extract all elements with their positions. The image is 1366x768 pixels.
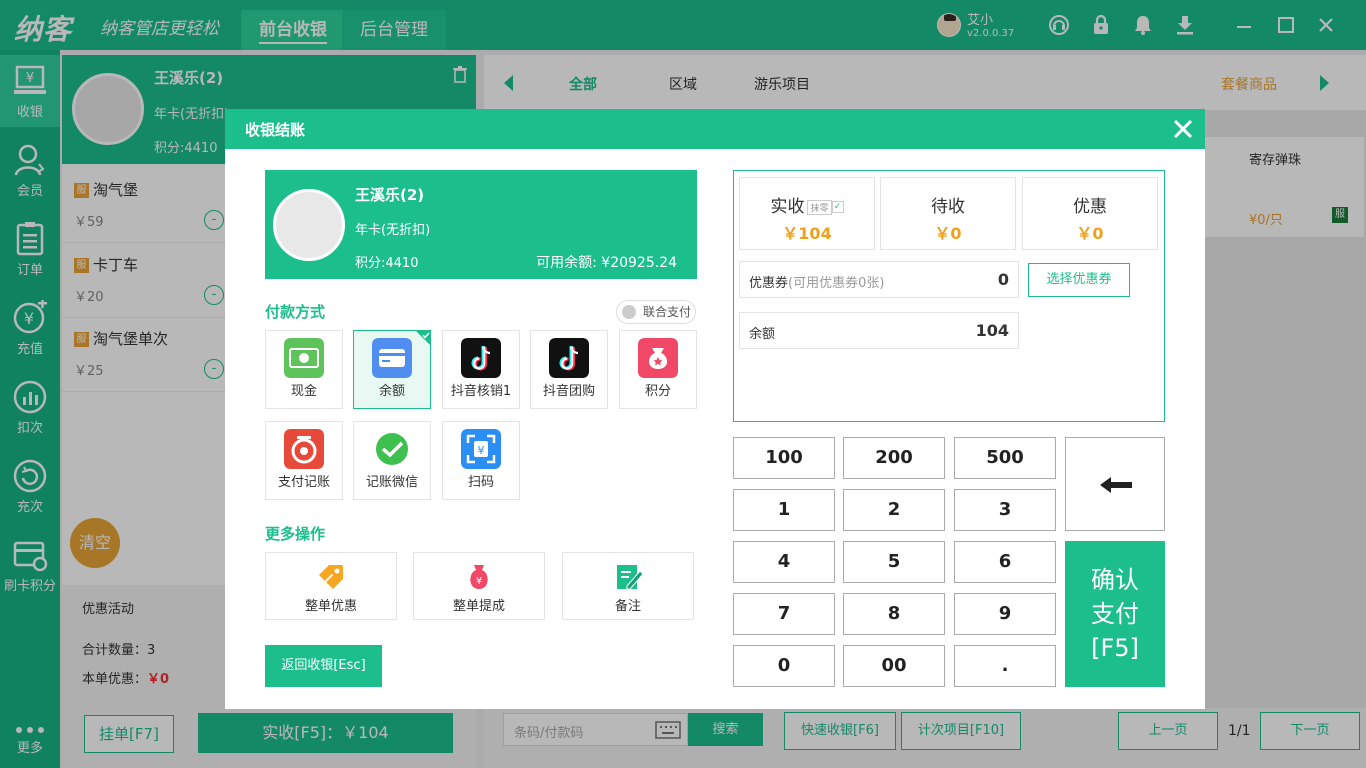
coupon-available: (可用优惠券0张) <box>788 276 885 291</box>
pay-method-label: 现金 <box>290 384 317 399</box>
op-label: 备注 <box>614 599 641 614</box>
douyin-icon <box>461 338 501 378</box>
pending-value: ￥0 <box>934 224 962 243</box>
coupon-field[interactable]: 优惠券(可用优惠券0张) 0 <box>739 261 1019 298</box>
discount-value: ￥0 <box>1076 224 1104 243</box>
key-2[interactable]: 2 <box>843 489 945 531</box>
order-note-button[interactable]: 备注 <box>562 552 694 620</box>
coupon-value: 0 <box>997 270 1009 289</box>
cash-icon <box>284 338 324 378</box>
joint-pay-toggle[interactable]: 联合支付 <box>616 300 696 324</box>
back-to-cashier-button[interactable]: 返回收银[Esc] <box>265 645 382 687</box>
svg-text:¥: ¥ <box>478 444 485 457</box>
balance-pay-value: 104 <box>975 321 1009 340</box>
modal-header: 收银结账 <box>225 109 1205 149</box>
payment-summary: 实收 抹零 ✓ ￥104 待收 ￥0 优惠 ￥0 优惠券(可用优惠券0张) 0 选择… <box>733 170 1165 422</box>
member-card-type: 年卡(无折扣) <box>355 223 431 238</box>
discount-label: 优惠 <box>1073 197 1107 217</box>
pay-method-title: 付款方式 <box>265 303 326 321</box>
whole-order-discount-button[interactable]: 整单优惠 <box>265 552 397 620</box>
confirm-line-3: [F5] <box>1091 634 1139 662</box>
balance-card-icon <box>372 338 412 378</box>
member-balance: 可用余额: ¥20925.24 <box>536 255 677 271</box>
pay-cash-button[interactable]: 现金 <box>265 330 343 409</box>
key-8[interactable]: 8 <box>843 593 945 635</box>
note-edit-icon <box>617 565 644 590</box>
pay-method-label: 抖音核销1 <box>450 384 512 399</box>
checkout-modal: 收银结账 王溪乐(2) 年卡(无折扣) 积分:4410 可用余额: ¥20925… <box>225 109 1205 709</box>
pay-douyin-verify-button[interactable]: 抖音核销1 <box>442 330 520 409</box>
points-bag-icon <box>638 338 678 378</box>
moling-tag: 抹零 <box>807 199 832 215</box>
pay-method-label: 支付记账 <box>277 475 330 490</box>
key-3[interactable]: 3 <box>954 489 1056 531</box>
douyin-icon <box>549 338 589 378</box>
key-0[interactable]: 0 <box>733 645 835 687</box>
backspace-arrow-icon <box>1100 477 1132 493</box>
member-points: 积分:4410 <box>355 256 419 271</box>
whole-order-commission-button[interactable]: ¥ 整单提成 <box>413 552 545 620</box>
coupon-label: 优惠券 <box>749 276 789 291</box>
wechat-check-icon <box>376 433 408 465</box>
select-coupon-button[interactable]: 选择优惠券 <box>1028 263 1130 297</box>
pending-box: 待收 ￥0 <box>880 177 1016 250</box>
pay-method-label: 扫码 <box>467 475 494 490</box>
confirm-line-2: 支付 <box>1091 600 1139 628</box>
key-100[interactable]: 100 <box>733 437 835 479</box>
pending-label: 待收 <box>931 197 965 217</box>
balance-label: 余额 <box>749 327 776 342</box>
key-1[interactable]: 1 <box>733 489 835 531</box>
pay-method-label: 抖音团购 <box>542 384 595 399</box>
pay-method-label: 记账微信 <box>365 475 418 490</box>
confirm-pay-button[interactable]: 确认 支付 [F5] <box>1065 541 1165 687</box>
key-9[interactable]: 9 <box>954 593 1056 635</box>
backspace-button[interactable] <box>1065 437 1165 531</box>
key-4[interactable]: 4 <box>733 541 835 583</box>
record-pay-icon <box>284 429 324 469</box>
modal-close-icon[interactable] <box>1169 115 1197 143</box>
key-6[interactable]: 6 <box>954 541 1056 583</box>
svg-text:¥: ¥ <box>476 576 482 587</box>
pay-points-button[interactable]: 积分 <box>619 330 697 409</box>
key-00[interactable]: 00 <box>843 645 945 687</box>
key-dot[interactable]: . <box>954 645 1056 687</box>
moling-checkbox[interactable]: ✓ <box>831 201 844 213</box>
discount-tag-icon <box>319 565 343 589</box>
pay-record-button[interactable]: 支付记账 <box>265 421 343 500</box>
member-name: 王溪乐(2) <box>355 186 425 204</box>
pay-record-wechat-button[interactable]: 记账微信 <box>353 421 431 500</box>
key-500[interactable]: 500 <box>954 437 1056 479</box>
pay-method-label: 积分 <box>644 384 671 399</box>
confirm-line-1: 确认 <box>1091 566 1139 594</box>
commission-bag-icon: ¥ <box>470 565 488 589</box>
key-5[interactable]: 5 <box>843 541 945 583</box>
avatar <box>273 189 345 261</box>
pay-scan-button[interactable]: ¥ 扫码 <box>442 421 520 500</box>
received-box: 实收 抹零 ✓ ￥104 <box>739 177 875 250</box>
pay-douyin-group-button[interactable]: 抖音团购 <box>530 330 608 409</box>
scan-code-icon: ¥ <box>461 429 501 469</box>
more-ops-title: 更多操作 <box>265 525 326 543</box>
key-200[interactable]: 200 <box>843 437 945 479</box>
selected-check-icon <box>415 330 431 346</box>
received-label: 实收 <box>770 197 805 217</box>
key-7[interactable]: 7 <box>733 593 835 635</box>
op-label: 整单优惠 <box>304 599 357 614</box>
modal-member-card: 王溪乐(2) 年卡(无折扣) 积分:4410 可用余额: ¥20925.24 <box>265 170 697 279</box>
received-value: ￥104 <box>782 224 832 243</box>
balance-pay-field[interactable]: 余额 104 <box>739 312 1019 349</box>
discount-box: 优惠 ￥0 <box>1022 177 1158 250</box>
op-label: 整单提成 <box>452 599 505 614</box>
pay-method-label: 余额 <box>378 384 405 399</box>
modal-title: 收银结账 <box>245 121 306 139</box>
pay-balance-button[interactable]: 余额 <box>353 330 431 409</box>
